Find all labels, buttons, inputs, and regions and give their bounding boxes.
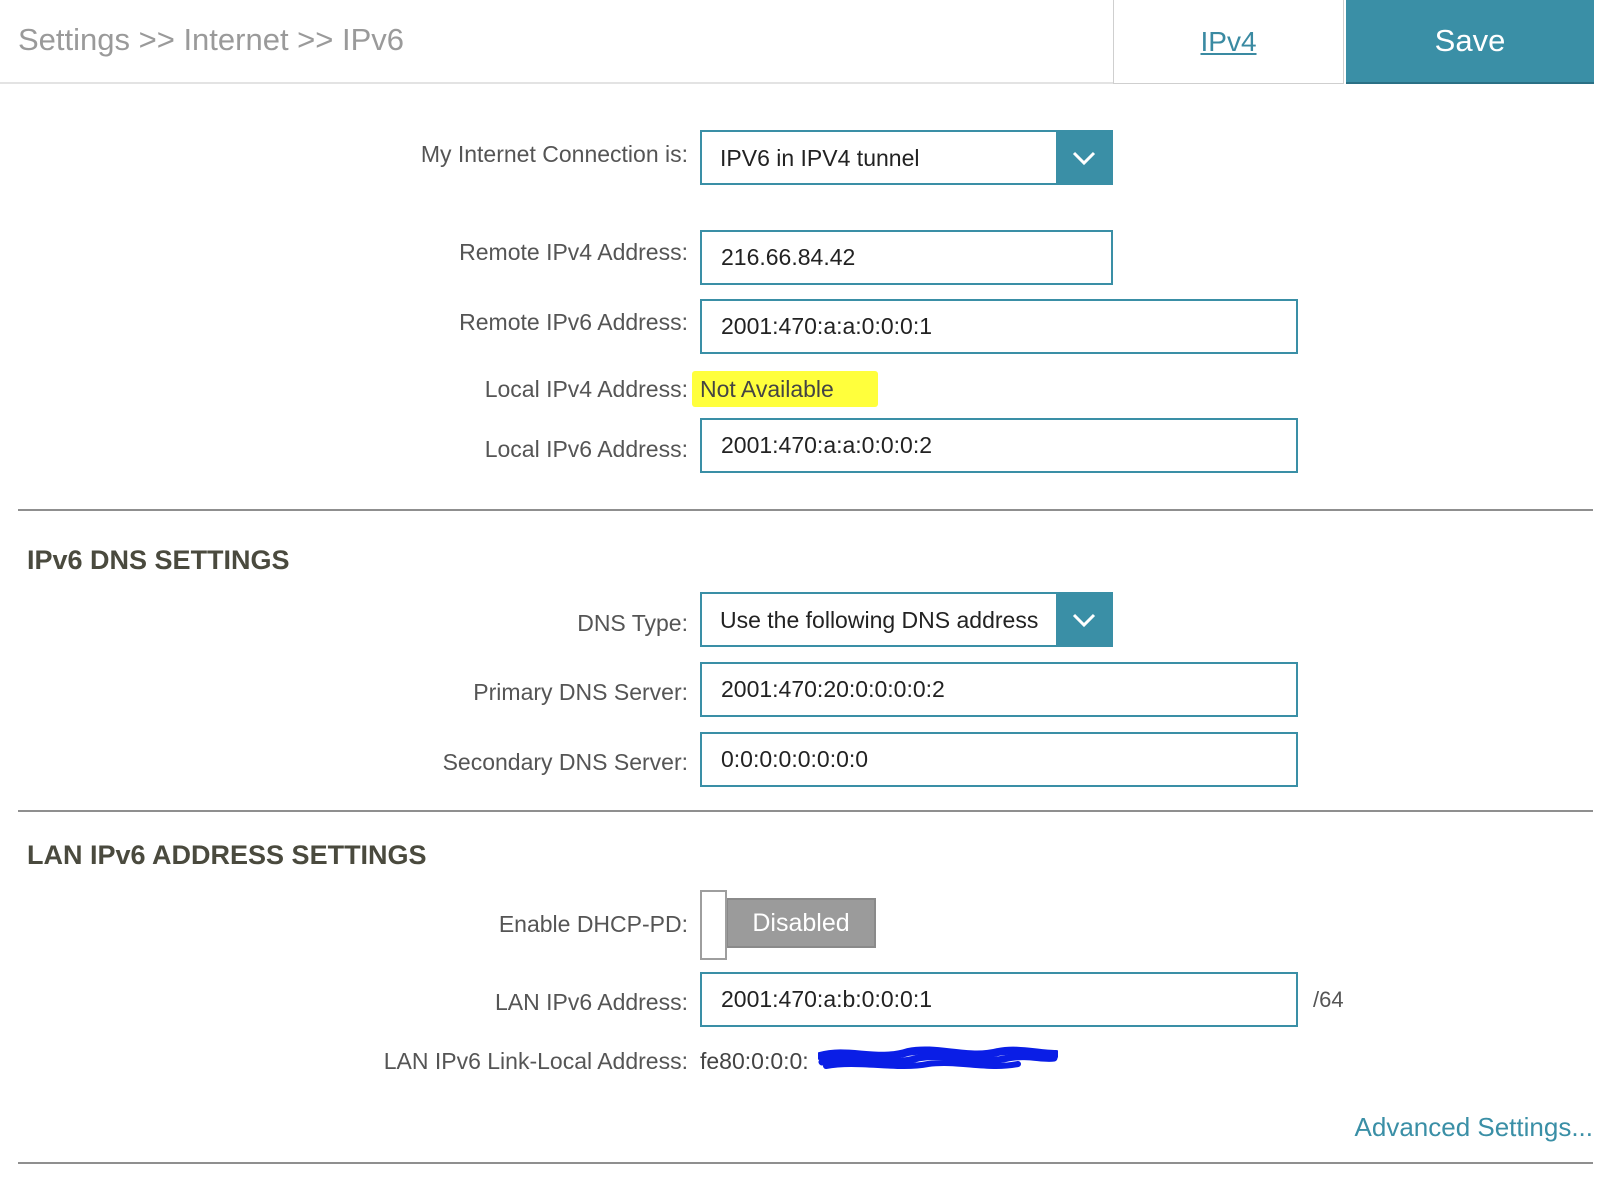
connection-type-label: My Internet Connection is:	[420, 141, 688, 167]
top-bar-divider	[0, 82, 1114, 84]
ipv4-link[interactable]: IPv4	[1200, 26, 1256, 58]
dns-type-value: Use the following DNS address	[720, 607, 1039, 633]
section-divider	[18, 1162, 1593, 1164]
link-local-value: fe80:0:0:0:	[700, 1048, 809, 1074]
dhcp-pd-toggle[interactable]: Disabled	[700, 890, 876, 960]
remote-ipv6-label: Remote IPv6 Address:	[459, 309, 688, 335]
save-button[interactable]: Save	[1346, 0, 1594, 84]
link-local-label: LAN IPv6 Link-Local Address:	[383, 1048, 688, 1074]
secondary-dns-label: Secondary DNS Server:	[442, 749, 688, 775]
local-ipv4-value: Not Available	[700, 376, 834, 402]
remote-ipv4-label: Remote IPv4 Address:	[459, 239, 688, 265]
breadcrumb: Settings >> Internet >> IPv6	[18, 22, 405, 57]
section-divider	[18, 810, 1593, 812]
remote-ipv4-input[interactable]	[700, 230, 1113, 285]
connection-type-value: IPV6 in IPV4 tunnel	[720, 145, 920, 171]
local-ipv6-input[interactable]	[700, 418, 1298, 473]
lan-section-title: LAN IPv6 ADDRESS SETTINGS	[27, 840, 427, 870]
dns-type-label: DNS Type:	[577, 610, 688, 636]
toggle-track[interactable]: Disabled	[726, 898, 876, 948]
toggle-state-label: Disabled	[752, 908, 850, 937]
primary-dns-label: Primary DNS Server:	[473, 679, 688, 705]
section-divider	[18, 509, 1593, 511]
toggle-knob[interactable]	[700, 890, 727, 960]
secondary-dns-input[interactable]	[700, 732, 1298, 787]
top-bar: Settings >> Internet >> IPv6 IPv4 Save	[0, 0, 1613, 84]
lan-ipv6-address-input[interactable]	[700, 972, 1298, 1027]
chevron-down-icon[interactable]	[1056, 132, 1111, 183]
remote-ipv6-input[interactable]	[700, 299, 1298, 354]
dhcp-pd-label: Enable DHCP-PD:	[498, 911, 688, 937]
lan-ipv6-address-label: LAN IPv6 Address:	[494, 989, 688, 1015]
local-ipv6-label: Local IPv6 Address:	[484, 436, 688, 462]
dns-section-title: IPv6 DNS SETTINGS	[27, 545, 290, 575]
advanced-settings-link[interactable]: Advanced Settings...	[1355, 1112, 1593, 1143]
redaction-scribble	[818, 1046, 1058, 1069]
primary-dns-input[interactable]	[700, 662, 1298, 717]
dns-type-select[interactable]: Use the following DNS address	[700, 592, 1113, 647]
prefix-length-suffix: /64	[1313, 987, 1344, 1012]
connection-type-select[interactable]: IPV6 in IPV4 tunnel	[700, 130, 1113, 185]
local-ipv4-label: Local IPv4 Address:	[484, 376, 688, 402]
chevron-down-icon[interactable]	[1056, 594, 1111, 645]
ipv4-tab[interactable]: IPv4	[1113, 0, 1344, 84]
